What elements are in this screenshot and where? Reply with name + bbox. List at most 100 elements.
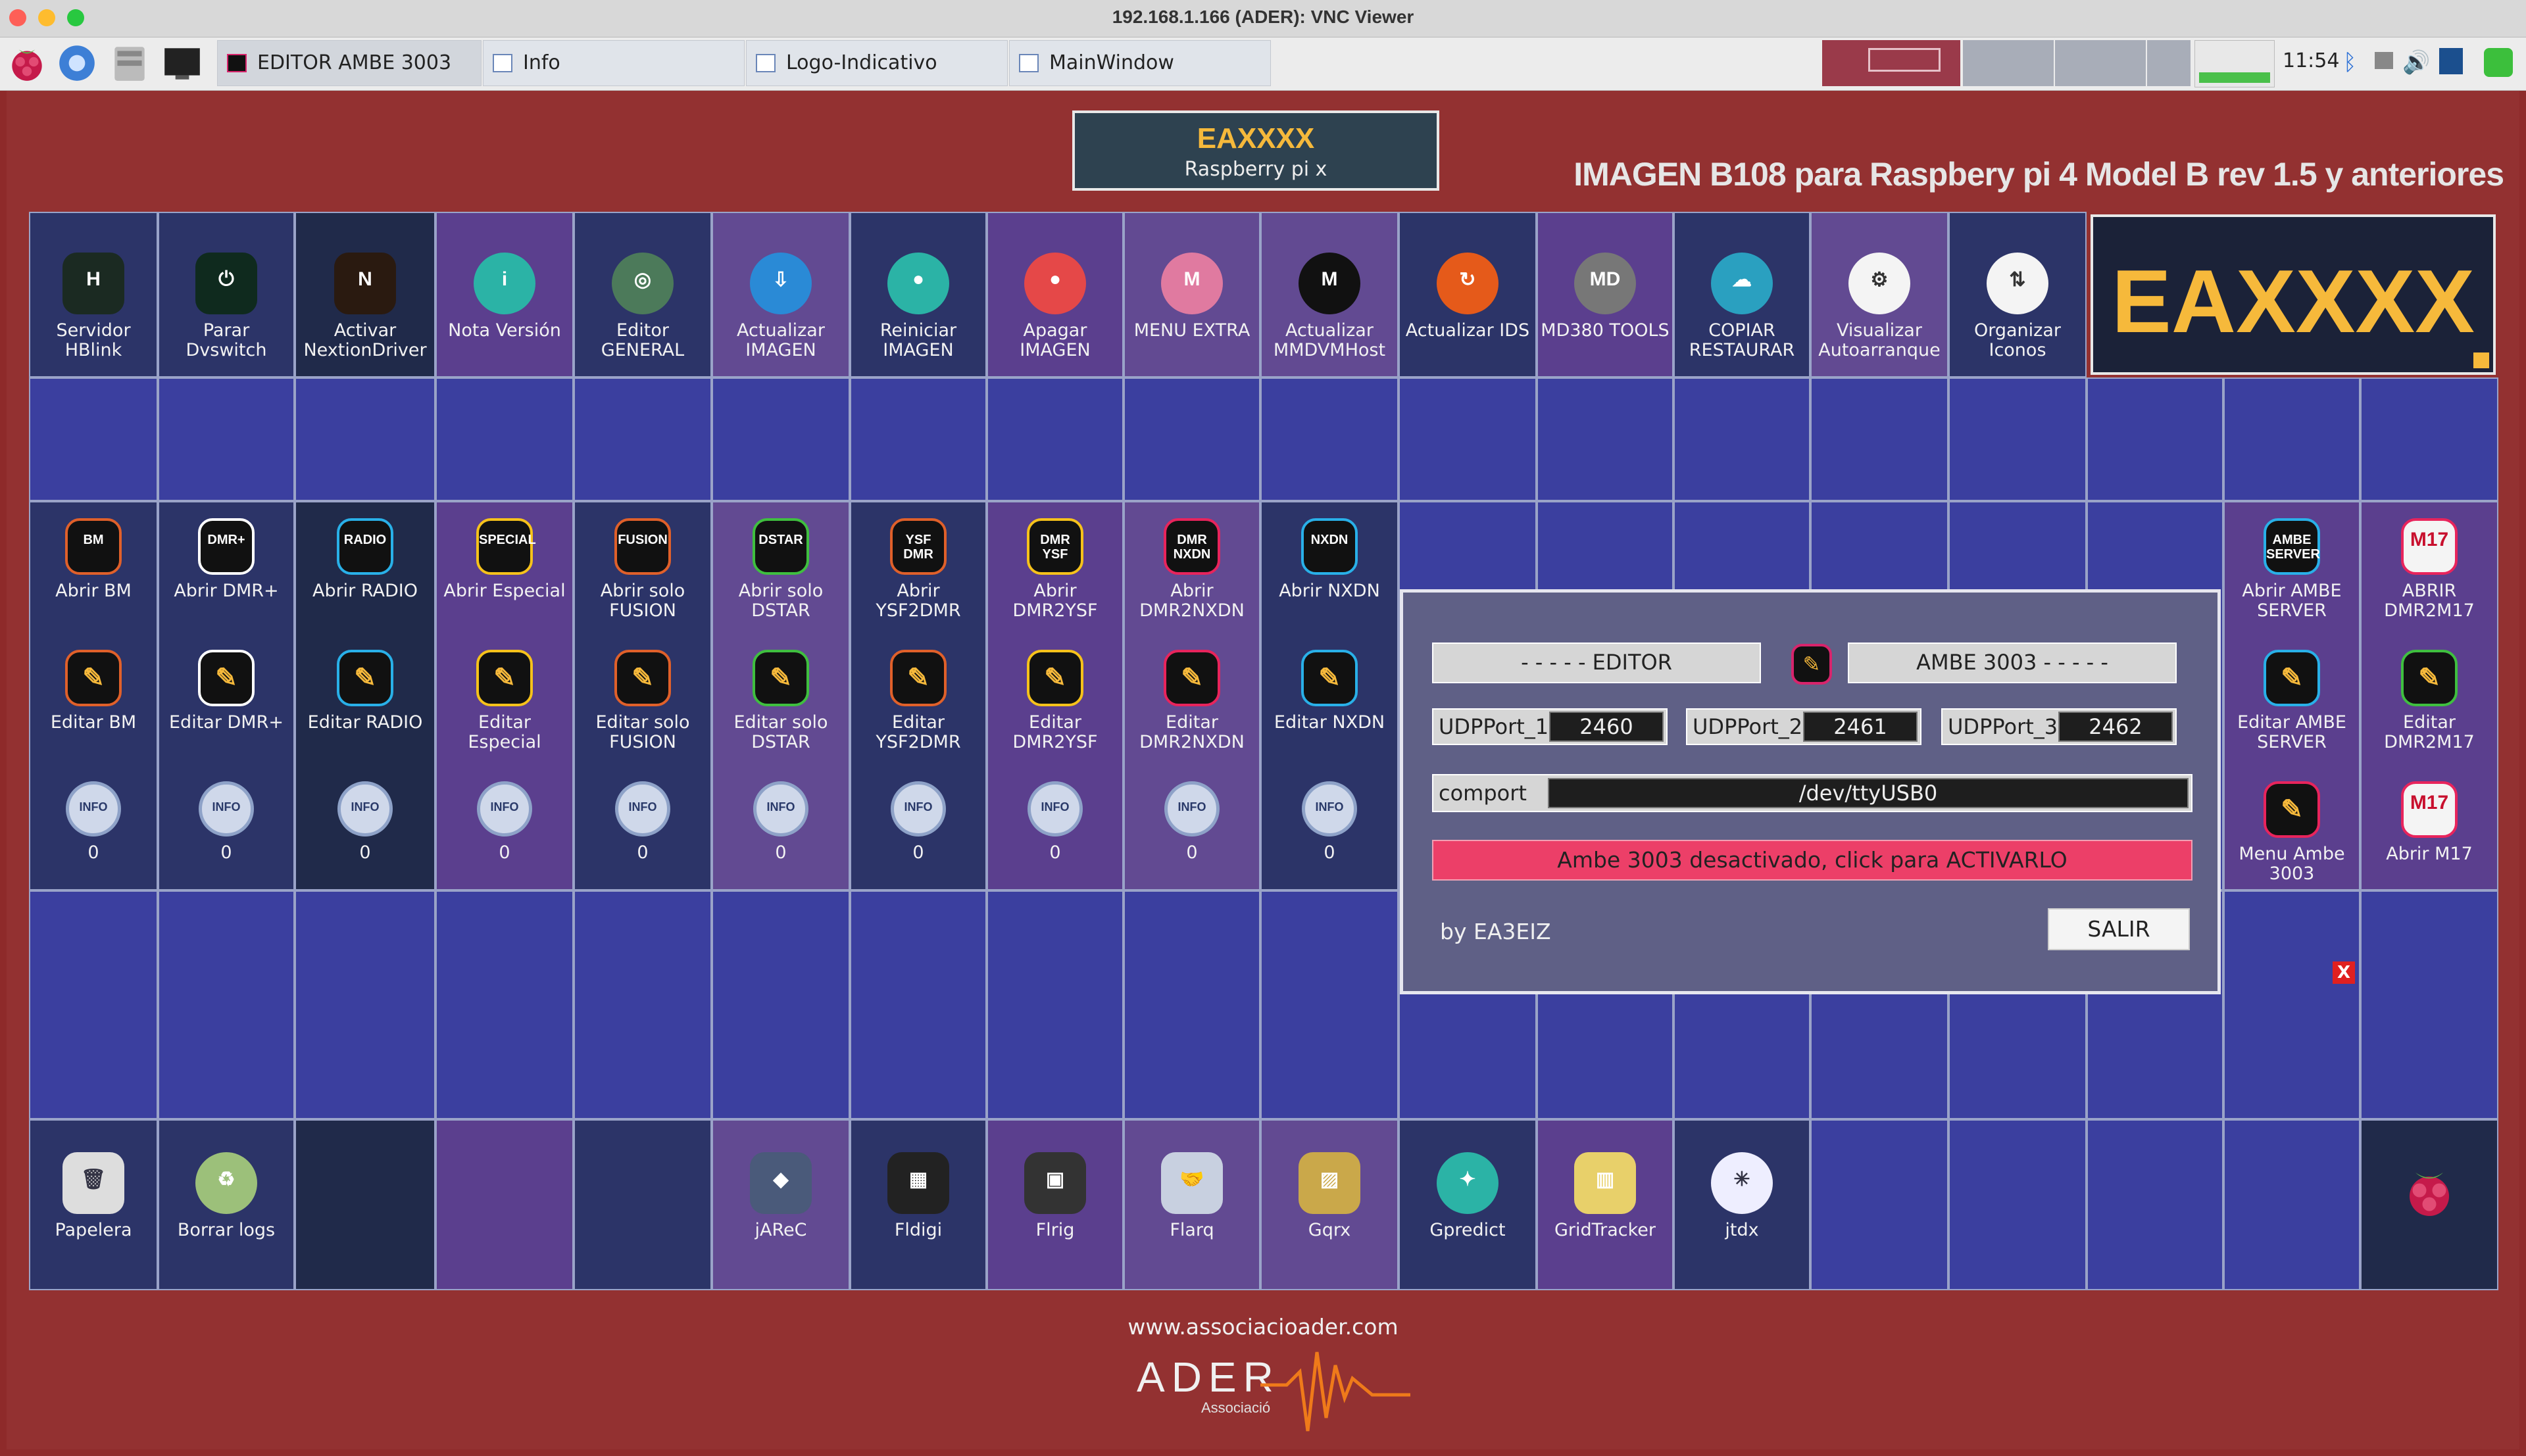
- info-mode-button[interactable]: INFO 0: [715, 781, 847, 863]
- activate-ambe-button[interactable]: Ambe 3003 desactivado, click para ACTIVA…: [1432, 840, 2192, 881]
- network-icon[interactable]: [2375, 52, 2393, 69]
- edit-ambe-server-button[interactable]: ✎ Editar AMBE SERVER: [2226, 650, 2358, 752]
- open-mode-button[interactable]: DMR+ Abrir DMR+: [161, 518, 292, 601]
- open-mode-button[interactable]: SPECIAL Abrir Especial: [439, 518, 570, 601]
- launcher-bin[interactable]: ♻ Borrar logs: [161, 1152, 292, 1240]
- launcher-hblink[interactable]: H Servidor HBlink: [28, 253, 159, 360]
- menu-ambe-button[interactable]: ✎ Menu Ambe 3003: [2226, 781, 2358, 884]
- edit-mode-button[interactable]: ✎ Editar NXDN: [1264, 650, 1395, 733]
- taskbar-window-logo[interactable]: Logo-Indicativo: [746, 40, 1008, 86]
- raspberry-logo-icon[interactable]: [2398, 1159, 2461, 1222]
- launcher-refresh[interactable]: ↻ Actualizar IDS: [1402, 253, 1533, 341]
- launcher-satellite[interactable]: ✦ Gpredict: [1402, 1152, 1533, 1240]
- open-mode-button-label: Abrir DMR2NXDN: [1139, 581, 1245, 621]
- taskbar-window-info[interactable]: Info: [483, 40, 745, 86]
- open-dmr2m17-button[interactable]: M17 ABRIR DMR2M17: [2364, 518, 2495, 621]
- comport-input[interactable]: /dev/ttyUSB0: [1548, 778, 2189, 808]
- launcher-mmdvm[interactable]: M Actualizar MMDVMHost: [1264, 253, 1395, 360]
- open-dmr2m17-button-label: ABRIR DMR2M17: [2384, 581, 2475, 621]
- grid-cell: [29, 377, 158, 501]
- taskbar-window-main[interactable]: MainWindow: [1009, 40, 1271, 86]
- info-mode-button[interactable]: INFO 0: [28, 781, 159, 863]
- workspace-4[interactable]: [2147, 40, 2191, 86]
- udp-port-1-input[interactable]: 2460: [1549, 712, 1664, 742]
- edit-mode-button[interactable]: ✎ Editar DMR+: [161, 650, 292, 733]
- launcher-fldigi[interactable]: ▦ Fldigi: [853, 1152, 984, 1240]
- edit-mode-button[interactable]: ✎ Editar YSF2DMR: [853, 650, 984, 752]
- edit-dmr2m17-button[interactable]: ✎ Editar DMR2M17: [2364, 650, 2495, 752]
- vnc-icon[interactable]: [2439, 48, 2463, 74]
- taskbar-window-editor-ambe[interactable]: EDITOR AMBE 3003: [217, 40, 482, 86]
- launcher-info[interactable]: i Nota Versión: [439, 253, 570, 341]
- file-manager-icon[interactable]: [108, 41, 151, 85]
- edit-mode-button[interactable]: ✎ Editar DMR2YSF: [989, 650, 1121, 752]
- launcher-toggle-off[interactable]: ● Apagar IMAGEN: [989, 253, 1121, 360]
- info-mode-button[interactable]: INFO 0: [577, 781, 708, 863]
- open-mode-button[interactable]: DSTAR Abrir solo DSTAR: [715, 518, 847, 621]
- launcher-gridtracker[interactable]: ▥ GridTracker: [1539, 1152, 1671, 1240]
- open-ambe-server-button[interactable]: AMBE SERVER Abrir AMBE SERVER: [2226, 518, 2358, 621]
- edit-mode-button[interactable]: ✎ Editar RADIO: [299, 650, 431, 733]
- udp-port-2-input[interactable]: 2461: [1803, 712, 1918, 742]
- trash-icon: 🗑: [62, 1152, 124, 1214]
- window-icon: [1019, 54, 1039, 72]
- info-mode-button[interactable]: INFO 0: [439, 781, 570, 863]
- info-mode-button[interactable]: INFO 0: [161, 781, 292, 863]
- launcher-editor[interactable]: ◎ Editor GENERAL: [577, 253, 708, 360]
- open-mode-button[interactable]: NXDN Abrir NXDN: [1264, 518, 1395, 601]
- satellite-icon: ✦: [1437, 1152, 1498, 1214]
- launcher-download[interactable]: ⇩ Actualizar IMAGEN: [715, 253, 847, 360]
- launcher-dvswitch[interactable]: ⏻ Parar Dvswitch: [161, 253, 292, 360]
- info-mode-button[interactable]: INFO 0: [989, 781, 1121, 863]
- open-mode-button[interactable]: RADIO Abrir RADIO: [299, 518, 431, 601]
- workspace-1[interactable]: [1822, 40, 1960, 86]
- launcher-flrig[interactable]: ▣ Flrig: [989, 1152, 1121, 1240]
- footer-url[interactable]: www.associacioader.com: [0, 1314, 2526, 1340]
- launcher-compass[interactable]: ✳ jtdx: [1676, 1152, 1808, 1240]
- volume-icon[interactable]: 🔊: [2402, 49, 2430, 76]
- grid-cell: [1948, 1119, 2087, 1290]
- launcher-gear[interactable]: ⚙ Visualizar Autoarranque: [1814, 253, 1945, 360]
- edit-mode-button[interactable]: ✎ Editar Especial: [439, 650, 570, 752]
- launcher-cloud[interactable]: ☁ COPIAR RESTAURAR: [1676, 253, 1808, 360]
- workspace-2[interactable]: [1963, 40, 2054, 86]
- bluetooth-icon[interactable]: ᛒ: [2343, 49, 2356, 76]
- open-m17-button[interactable]: M17 Abrir M17: [2364, 781, 2495, 864]
- launcher-handshake[interactable]: 🤝 Flarq: [1126, 1152, 1258, 1240]
- raspberry-menu-icon[interactable]: [5, 41, 49, 85]
- grid-cell: [295, 1119, 435, 1290]
- launcher-gqrx[interactable]: ▨ Gqrx: [1264, 1152, 1395, 1240]
- qt-icon[interactable]: [2484, 48, 2513, 77]
- workspace-3[interactable]: [2055, 40, 2146, 86]
- info-mode-button[interactable]: INFO 0: [853, 781, 984, 863]
- launcher-menu-extra[interactable]: M MENU EXTRA: [1126, 253, 1258, 341]
- exit-button[interactable]: SALIR: [2048, 908, 2190, 950]
- info-mode-button[interactable]: INFO 0: [1126, 781, 1258, 863]
- launcher-nextion[interactable]: N Activar NextionDriver: [299, 253, 431, 360]
- close-menu-ambe-button[interactable]: X: [2333, 961, 2355, 984]
- open-mode-button[interactable]: DMR NXDN Abrir DMR2NXDN: [1126, 518, 1258, 621]
- edit-pencil-button[interactable]: ✎: [1791, 644, 1832, 685]
- launcher-trash[interactable]: 🗑 Papelera: [28, 1152, 159, 1240]
- info-mode-button[interactable]: INFO 0: [299, 781, 431, 863]
- browser-icon[interactable]: [55, 41, 99, 85]
- edit-mode-button[interactable]: ✎ Editar BM: [28, 650, 159, 733]
- open-mode-button[interactable]: BM Abrir BM: [28, 518, 159, 601]
- open-mode-button[interactable]: FUSION Abrir solo FUSION: [577, 518, 708, 621]
- mode-9-open-icon: NXDN: [1301, 518, 1358, 575]
- launcher-md380[interactable]: MD MD380 TOOLS: [1539, 253, 1671, 341]
- clock[interactable]: 11:54: [2283, 49, 2339, 72]
- terminal-icon[interactable]: [161, 41, 204, 85]
- udp-port-3-input[interactable]: 2462: [2058, 712, 2173, 742]
- edit-mode-button[interactable]: ✎ Editar solo FUSION: [577, 650, 708, 752]
- launcher-trash-label: Papelera: [55, 1220, 132, 1240]
- launcher-jarec[interactable]: ◆ jAReC: [715, 1152, 847, 1240]
- edit-mode-button[interactable]: ✎ Editar solo DSTAR: [715, 650, 847, 752]
- launcher-sort[interactable]: ⇅ Organizar Iconos: [1952, 253, 2083, 360]
- open-mode-button-label: Abrir NXDN: [1279, 581, 1380, 601]
- edit-mode-button[interactable]: ✎ Editar DMR2NXDN: [1126, 650, 1258, 752]
- open-mode-button[interactable]: YSF DMR Abrir YSF2DMR: [853, 518, 984, 621]
- info-mode-button[interactable]: INFO 0: [1264, 781, 1395, 863]
- launcher-toggle-on[interactable]: ● Reiniciar IMAGEN: [853, 253, 984, 360]
- open-mode-button[interactable]: DMR YSF Abrir DMR2YSF: [989, 518, 1121, 621]
